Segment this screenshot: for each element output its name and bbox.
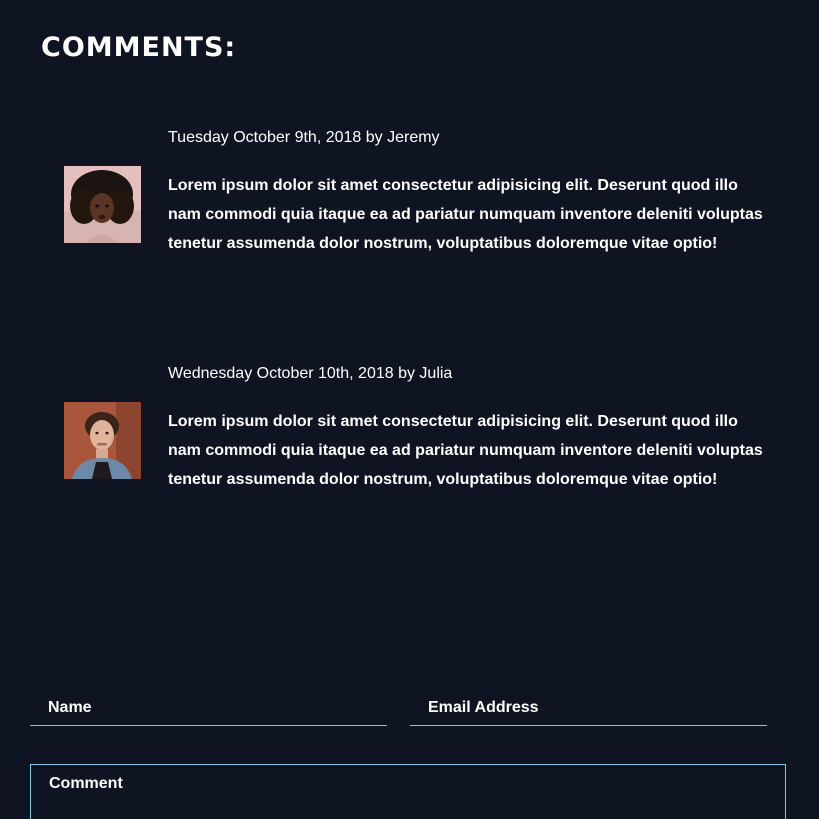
avatar	[64, 402, 141, 479]
comment-textarea[interactable]	[31, 765, 785, 819]
comment-body: Lorem ipsum dolor sit amet consectetur a…	[168, 177, 763, 252]
email-input[interactable]	[410, 690, 767, 725]
avatar-photo-icon	[64, 166, 141, 243]
email-field	[410, 690, 767, 726]
comments-heading: COMMENTS:	[41, 32, 237, 63]
comment-meta: Tuesday October 9th, 2018 by Jeremy	[168, 129, 440, 146]
comment-field	[30, 764, 786, 819]
comment-body: Lorem ipsum dolor sit amet consectetur a…	[168, 413, 763, 488]
comment-meta: Wednesday October 10th, 2018 by Julia	[168, 365, 453, 382]
name-field	[30, 690, 387, 726]
avatar-photo-icon	[64, 402, 141, 479]
avatar	[64, 166, 141, 243]
name-input[interactable]	[30, 690, 387, 725]
